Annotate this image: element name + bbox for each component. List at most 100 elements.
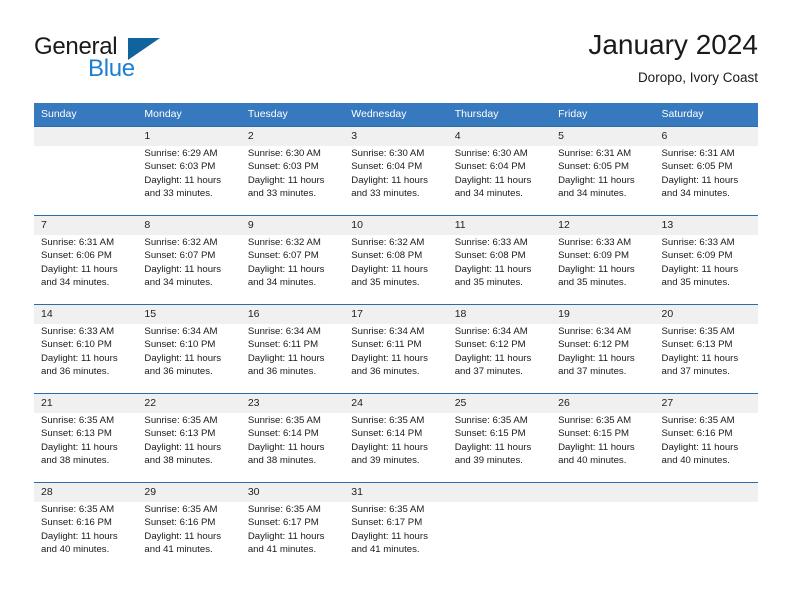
day-cell: Sunrise: 6:35 AM Sunset: 6:17 PM Daylight:… bbox=[240, 502, 345, 571]
day-number[interactable]: 9 bbox=[240, 215, 345, 235]
day-detail-line: Sunset: 6:12 PM bbox=[454, 339, 526, 351]
day-detail-line: Sunset: 6:17 PM bbox=[351, 517, 423, 529]
day-number[interactable]: 13 bbox=[654, 215, 758, 235]
day-detail-line: Sunrise: 6:35 AM bbox=[661, 415, 735, 426]
day-detail-line: Sunset: 6:16 PM bbox=[144, 517, 216, 529]
day-detail-line: and 33 minutes. bbox=[144, 188, 213, 200]
day-cell-empty bbox=[654, 502, 758, 571]
day-cell: Sunrise: 6:33 AM Sunset: 6:08 PM Daylight:… bbox=[447, 235, 552, 305]
day-number[interactable]: 24 bbox=[344, 393, 448, 413]
day-detail-line: Sunrise: 6:34 AM bbox=[144, 326, 218, 337]
day-number[interactable]: 31 bbox=[344, 482, 448, 502]
day-detail-line: Daylight: 11 hours bbox=[351, 263, 428, 275]
day-number[interactable]: 5 bbox=[551, 126, 655, 146]
day-number[interactable]: 28 bbox=[34, 482, 138, 502]
day-detail-line: and 37 minutes. bbox=[661, 366, 730, 378]
day-detail-line: Sunrise: 6:34 AM bbox=[454, 326, 528, 337]
day-number-empty bbox=[447, 482, 552, 502]
day-detail-line: Sunset: 6:13 PM bbox=[144, 428, 216, 440]
day-number[interactable]: 22 bbox=[137, 393, 241, 413]
day-detail-line: Sunrise: 6:35 AM bbox=[454, 415, 528, 426]
day-detail-line: Sunset: 6:04 PM bbox=[454, 161, 526, 173]
day-number[interactable]: 19 bbox=[551, 304, 655, 324]
day-detail-line: Daylight: 11 hours bbox=[247, 441, 325, 453]
day-number[interactable]: 17 bbox=[344, 304, 448, 324]
day-detail-line: Sunrise: 6:33 AM bbox=[558, 237, 632, 248]
day-number[interactable]: 7 bbox=[34, 215, 138, 235]
day-detail-line: Daylight: 11 hours bbox=[247, 174, 325, 186]
day-number-empty bbox=[551, 482, 655, 502]
brand-logo: General Blue bbox=[34, 33, 264, 83]
day-detail-line: Sunset: 6:08 PM bbox=[454, 250, 526, 262]
day-detail-line: Sunset: 6:09 PM bbox=[661, 250, 733, 262]
day-number[interactable]: 15 bbox=[137, 304, 241, 324]
day-detail-line: Daylight: 11 hours bbox=[41, 352, 118, 364]
day-detail-line: Sunrise: 6:33 AM bbox=[454, 237, 528, 248]
day-number[interactable]: 14 bbox=[34, 304, 138, 324]
day-detail-line: Daylight: 11 hours bbox=[454, 174, 532, 186]
day-detail-line: and 33 minutes. bbox=[247, 188, 317, 200]
day-number[interactable]: 8 bbox=[137, 215, 241, 235]
day-detail-line: and 40 minutes. bbox=[41, 544, 110, 556]
day-detail-line: Sunset: 6:11 PM bbox=[247, 339, 319, 351]
day-number[interactable]: 1 bbox=[137, 126, 241, 146]
day-number[interactable]: 23 bbox=[240, 393, 345, 413]
week-detail-row: Sunrise: 6:35 AM Sunset: 6:16 PM Daylight:… bbox=[34, 502, 758, 571]
day-cell: Sunrise: 6:31 AM Sunset: 6:06 PM Daylight:… bbox=[34, 235, 138, 305]
day-number[interactable]: 21 bbox=[34, 393, 138, 413]
day-number[interactable]: 3 bbox=[344, 126, 448, 146]
day-detail-line: and 38 minutes. bbox=[144, 455, 213, 467]
day-detail-line: Sunset: 6:05 PM bbox=[558, 161, 630, 173]
day-cell: Sunrise: 6:32 AM Sunset: 6:07 PM Daylight:… bbox=[240, 235, 345, 305]
day-number[interactable]: 10 bbox=[344, 215, 448, 235]
day-cell-empty bbox=[34, 146, 138, 216]
day-number[interactable]: 18 bbox=[447, 304, 552, 324]
day-detail-line: Sunrise: 6:31 AM bbox=[558, 148, 632, 159]
day-number[interactable]: 16 bbox=[240, 304, 345, 324]
day-cell: Sunrise: 6:35 AM Sunset: 6:13 PM Daylight:… bbox=[34, 413, 138, 483]
day-cell: Sunrise: 6:34 AM Sunset: 6:12 PM Daylight:… bbox=[447, 324, 552, 394]
day-detail-line: Sunset: 6:04 PM bbox=[351, 161, 423, 173]
day-detail-line: Daylight: 11 hours bbox=[351, 441, 428, 453]
day-detail-line: Sunset: 6:12 PM bbox=[558, 339, 630, 351]
day-detail-line: Sunrise: 6:35 AM bbox=[558, 415, 632, 426]
day-detail-line: Sunset: 6:03 PM bbox=[247, 161, 319, 173]
day-number[interactable]: 30 bbox=[240, 482, 345, 502]
day-number[interactable]: 11 bbox=[447, 215, 552, 235]
day-detail-line: Daylight: 11 hours bbox=[247, 352, 325, 364]
day-number[interactable]: 27 bbox=[654, 393, 758, 413]
day-detail-line: Sunrise: 6:35 AM bbox=[41, 415, 115, 426]
day-detail-line: Sunrise: 6:35 AM bbox=[41, 504, 115, 515]
day-detail-line: Sunset: 6:16 PM bbox=[41, 517, 112, 529]
day-number[interactable]: 12 bbox=[551, 215, 655, 235]
day-number[interactable]: 4 bbox=[447, 126, 552, 146]
day-number[interactable]: 20 bbox=[654, 304, 758, 324]
brand-name-blue: Blue bbox=[88, 55, 135, 82]
day-detail-line: and 38 minutes. bbox=[41, 455, 110, 467]
day-detail-line: and 36 minutes. bbox=[247, 366, 317, 378]
day-detail-line: Sunrise: 6:35 AM bbox=[661, 326, 735, 337]
day-cell: Sunrise: 6:30 AM Sunset: 6:03 PM Daylight:… bbox=[240, 146, 345, 216]
day-number[interactable]: 29 bbox=[137, 482, 241, 502]
day-detail-line: Sunset: 6:10 PM bbox=[144, 339, 216, 351]
day-number[interactable]: 2 bbox=[240, 126, 345, 146]
day-detail-line: Sunrise: 6:34 AM bbox=[247, 326, 321, 337]
calendar-header-row: Sunday Monday Tuesday Wednesday Thursday… bbox=[34, 103, 758, 127]
day-detail-line: Daylight: 11 hours bbox=[247, 530, 325, 542]
day-detail-line: Sunrise: 6:35 AM bbox=[247, 504, 321, 515]
week-detail-row: Sunrise: 6:35 AM Sunset: 6:13 PM Daylight:… bbox=[34, 413, 758, 483]
day-number[interactable]: 25 bbox=[447, 393, 552, 413]
day-number[interactable]: 26 bbox=[551, 393, 655, 413]
day-detail-line: Daylight: 11 hours bbox=[41, 441, 118, 453]
day-cell: Sunrise: 6:35 AM Sunset: 6:15 PM Daylight:… bbox=[551, 413, 655, 483]
weekday-header-tuesday: Tuesday bbox=[240, 103, 345, 127]
day-detail-line: and 41 minutes. bbox=[144, 544, 213, 556]
day-cell: Sunrise: 6:33 AM Sunset: 6:10 PM Daylight:… bbox=[34, 324, 138, 394]
day-detail-line: and 41 minutes. bbox=[247, 544, 317, 556]
day-detail-line: and 35 minutes. bbox=[558, 277, 627, 289]
day-detail-line: Sunset: 6:06 PM bbox=[41, 250, 112, 262]
day-detail-line: Sunrise: 6:35 AM bbox=[247, 415, 321, 426]
day-detail-line: and 34 minutes. bbox=[558, 188, 627, 200]
day-number[interactable]: 6 bbox=[654, 126, 758, 146]
day-cell: Sunrise: 6:29 AM Sunset: 6:03 PM Daylight:… bbox=[137, 146, 241, 216]
